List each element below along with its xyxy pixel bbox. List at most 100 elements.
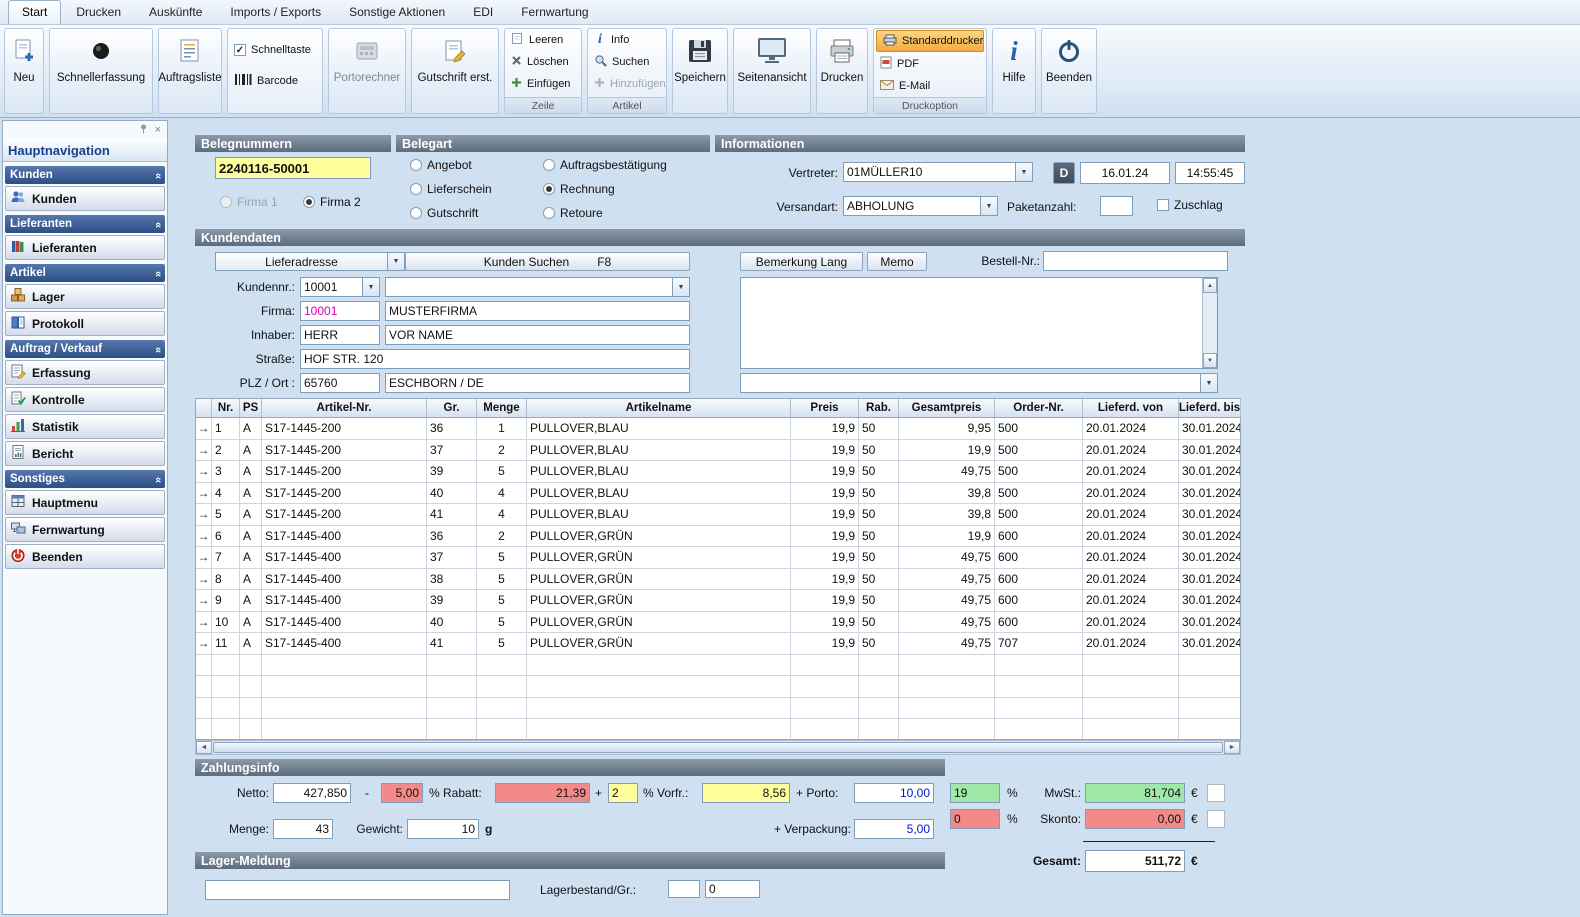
col-artikelnr[interactable]: Artikel-Nr. xyxy=(262,399,427,417)
memo-button[interactable]: Memo xyxy=(867,252,927,271)
radio-firma2[interactable]: Firma 2 xyxy=(303,195,361,209)
table-row[interactable]: → 6 A S17-1445-400 36 2 PULLOVER,GRÜN 19,9 50 19,… xyxy=(196,525,1240,547)
sidebar-item-kunden[interactable]: Kunden xyxy=(5,186,165,211)
tab-sonstige-aktionen[interactable]: Sonstige Aktionen xyxy=(336,1,458,24)
sidebar-item-statistik[interactable]: Statistik xyxy=(5,414,165,439)
tab-edi[interactable]: EDI xyxy=(460,1,506,24)
memo-select[interactable]: ▼ xyxy=(740,373,1218,393)
lieferadresse-button[interactable]: Lieferadresse ▼ xyxy=(215,252,405,271)
nav-section-artikel[interactable]: Artikel « xyxy=(5,264,165,282)
standard-printer-option[interactable]: Standarddrucker xyxy=(876,30,984,52)
radio-rechnung[interactable]: Rechnung xyxy=(543,182,615,196)
new-button[interactable]: Neu xyxy=(4,28,44,114)
article-info-button[interactable]: i Info xyxy=(588,29,666,51)
table-horizontal-scrollbar[interactable]: ◄ ► xyxy=(195,740,1241,755)
lager-meldung-input[interactable] xyxy=(205,880,510,900)
schnelltaste-toggle[interactable]: Schnelltaste xyxy=(228,39,322,61)
dropdown-arrow-icon[interactable]: ▼ xyxy=(980,197,997,215)
rabatt-prozent-field[interactable]: 5,00 xyxy=(381,783,423,803)
time-field[interactable]: 14:55:45 xyxy=(1175,162,1245,184)
dropdown-arrow-icon[interactable]: ▼ xyxy=(362,278,379,296)
lagerbestand-gr-field[interactable] xyxy=(668,880,700,898)
col-gr[interactable]: Gr. xyxy=(427,399,477,417)
nav-section-sonstiges[interactable]: Sonstiges « xyxy=(5,470,165,488)
porto-field[interactable]: 10,00 xyxy=(854,783,934,803)
save-button[interactable]: Speichern xyxy=(672,28,728,114)
delete-line-button[interactable]: Löschen xyxy=(505,51,581,73)
kundenname-select[interactable]: ▼ xyxy=(385,277,690,297)
email-option[interactable]: E-Mail xyxy=(874,75,986,97)
inhaber-anrede-field[interactable]: HERR xyxy=(300,325,380,345)
vertreter-select[interactable]: 01MÜLLER10 ▼ xyxy=(843,162,1033,182)
col-menge[interactable]: Menge xyxy=(477,399,527,417)
skonto-field[interactable]: 0,00 xyxy=(1085,809,1185,829)
sidebar-item-hauptmenu[interactable]: Hauptmenu xyxy=(5,490,165,515)
tab-drucken[interactable]: Drucken xyxy=(63,1,134,24)
col-artikelname[interactable]: Artikelname xyxy=(527,399,791,417)
radio-lieferschein[interactable]: Lieferschein xyxy=(410,182,492,196)
d-button[interactable]: D xyxy=(1053,162,1075,184)
paketanzahl-field[interactable] xyxy=(1100,196,1133,216)
bemerkung-lang-button[interactable]: Bemerkung Lang xyxy=(740,252,863,271)
date-field[interactable]: 16.01.24 xyxy=(1080,162,1170,184)
schnelltaste-checkbox[interactable] xyxy=(234,44,246,56)
memo-textarea[interactable] xyxy=(741,278,1202,368)
radio-angebot[interactable]: Angebot xyxy=(410,158,472,172)
plz-field[interactable]: 65760 xyxy=(300,373,380,393)
skonto-prozent-field[interactable]: 0 xyxy=(950,809,1000,829)
table-row[interactable] xyxy=(196,654,1240,676)
radio-gutschrift[interactable]: Gutschrift xyxy=(410,206,478,220)
tab-fernwartung[interactable]: Fernwartung xyxy=(508,1,601,24)
table-row[interactable] xyxy=(196,676,1240,698)
nav-section-kunden[interactable]: Kunden « xyxy=(5,166,165,184)
scrollbar-track[interactable] xyxy=(1203,293,1217,353)
table-row[interactable] xyxy=(196,719,1240,739)
scrollbar-thumb[interactable] xyxy=(213,742,1223,753)
netto-field[interactable]: 427,850 xyxy=(273,783,351,803)
firma-name-field[interactable]: MUSTERFIRMA xyxy=(385,301,690,321)
dropdown-arrow-icon[interactable]: ▼ xyxy=(1015,163,1032,181)
order-list-button[interactable]: Auftragsliste xyxy=(158,28,222,114)
clear-line-button[interactable]: Leeren xyxy=(505,29,581,51)
close-sidebar-icon[interactable]: × xyxy=(155,125,161,136)
scroll-up-button[interactable]: ▲ xyxy=(1203,278,1217,293)
gewicht-field[interactable]: 10 xyxy=(407,819,479,839)
dropdown-arrow-icon[interactable]: ▼ xyxy=(1200,374,1217,392)
gesamt-field[interactable]: 511,72 xyxy=(1085,850,1185,872)
vorfracht-field[interactable]: 8,56 xyxy=(702,783,790,803)
barcode-toggle[interactable]: Barcode xyxy=(228,70,322,92)
mwst-prozent-field[interactable]: 19 xyxy=(950,783,1000,803)
sidebar-item-beenden[interactable]: Beenden xyxy=(5,544,165,569)
sidebar-item-bericht[interactable]: Bericht xyxy=(5,441,165,466)
scroll-left-button[interactable]: ◄ xyxy=(196,741,212,754)
pdf-option[interactable]: PDF xyxy=(874,53,986,75)
tab-auskuenfte[interactable]: Auskünfte xyxy=(136,1,215,24)
bestellnr-field[interactable] xyxy=(1043,251,1228,271)
article-search-button[interactable]: Suchen xyxy=(588,51,666,73)
exit-button[interactable]: Beenden xyxy=(1041,28,1097,114)
nav-section-auftrag-verkauf[interactable]: Auftrag / Verkauf « xyxy=(5,340,165,358)
insert-line-button[interactable]: Einfügen xyxy=(505,73,581,95)
print-button[interactable]: Drucken xyxy=(816,28,868,114)
mwst-field[interactable]: 81,704 xyxy=(1085,783,1185,803)
table-row[interactable]: → 3 A S17-1445-200 39 5 PULLOVER,BLAU 19,9 50 49,… xyxy=(196,461,1240,483)
memo-scrollbar[interactable]: ▲ ▼ xyxy=(1202,278,1217,368)
vorfracht-prozent-field[interactable]: 2 xyxy=(608,783,638,803)
page-preview-button[interactable]: Seitenansicht xyxy=(733,28,811,114)
table-row[interactable]: → 2 A S17-1445-200 37 2 PULLOVER,BLAU 19,9 50 19,… xyxy=(196,439,1240,461)
quick-entry-button[interactable]: Schnellerfassung xyxy=(49,28,153,114)
verpackung-field[interactable]: 5,00 xyxy=(854,819,934,839)
kunden-suchen-button[interactable]: Kunden Suchen F8 xyxy=(405,252,690,271)
scroll-right-button[interactable]: ► xyxy=(1224,741,1240,754)
strasse-field[interactable]: HOF STR. 120 xyxy=(300,349,690,369)
table-row[interactable]: → 10 A S17-1445-400 40 5 PULLOVER,GRÜN 19,9 50 49… xyxy=(196,611,1240,633)
table-row[interactable]: → 1 A S17-1445-200 36 1 PULLOVER,BLAU 19,9 50 9,9… xyxy=(196,418,1240,440)
col-lieferd-von[interactable]: Lieferd. von xyxy=(1083,399,1179,417)
table-row[interactable]: → 8 A S17-1445-400 38 5 PULLOVER,GRÜN 19,9 50 49,… xyxy=(196,568,1240,590)
credit-note-button[interactable]: Gutschrift erst. xyxy=(411,28,499,114)
versandart-select[interactable]: ABHOLUNG ▼ xyxy=(843,196,998,216)
document-number-field[interactable]: 2240116-50001 xyxy=(215,157,371,179)
sidebar-item-erfassung[interactable]: Erfassung xyxy=(5,360,165,385)
firma-nr-field[interactable]: 10001 xyxy=(300,301,380,321)
sidebar-item-lieferanten[interactable]: Lieferanten xyxy=(5,235,165,260)
